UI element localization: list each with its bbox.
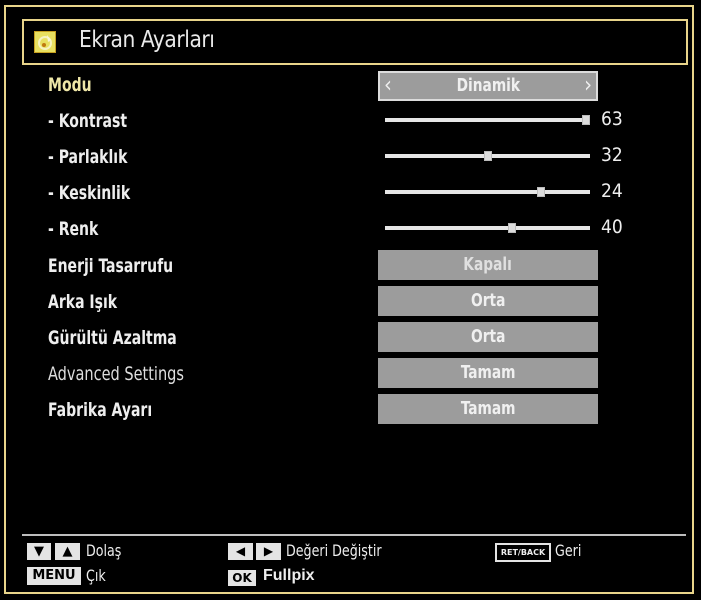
back-key-icon: RET/BACK <box>495 543 551 562</box>
energy-saving-value[interactable]: Kapalı <box>378 250 598 280</box>
advanced-settings-label: Advanced Settings <box>48 363 184 385</box>
color-label: - Renk <box>48 218 99 240</box>
left-arrow-key-icon: ◀ <box>228 543 253 560</box>
exit-hint: Çık <box>86 566 106 585</box>
factory-reset-button[interactable]: Tamam <box>378 394 598 424</box>
title-bar: Ekran Ayarları <box>22 19 688 65</box>
color-value: 40 <box>601 216 623 238</box>
energy-saving-label: Enerji Tasarrufu <box>48 255 174 277</box>
backlight-label: Arka Işık <box>48 291 118 313</box>
brightness-value: 32 <box>601 144 623 166</box>
factory-reset-text: Tamam <box>460 398 516 419</box>
chevron-left-icon[interactable]: ‹ <box>384 73 392 99</box>
chevron-right-icon[interactable]: › <box>584 73 592 99</box>
brightness-label: - Parlaklık <box>48 146 128 168</box>
right-arrow-key-icon: ▶ <box>256 543 281 560</box>
back-hint: Geri <box>555 541 582 560</box>
slider-thumb[interactable] <box>581 115 590 125</box>
footer-divider <box>22 534 686 536</box>
brightness-slider[interactable] <box>385 151 590 161</box>
factory-reset-label: Fabrika Ayarı <box>48 399 153 421</box>
slider-thumb[interactable] <box>508 223 517 233</box>
down-arrow-key-icon: ▼ <box>27 543 51 560</box>
fullpix-hint: Fullpix <box>263 567 315 584</box>
backlight-value[interactable]: Orta <box>378 286 598 316</box>
page-title: Ekran Ayarları <box>79 27 215 53</box>
slider-thumb[interactable] <box>536 187 545 197</box>
noise-reduction-text: Orta <box>470 326 506 347</box>
ok-key-icon: OK <box>228 570 256 586</box>
menu-key-icon: MENU <box>27 567 81 585</box>
noise-reduction-label: Gürültü Azaltma <box>48 327 177 349</box>
advanced-settings-button[interactable]: Tamam <box>378 358 598 388</box>
noise-reduction-value[interactable]: Orta <box>378 322 598 352</box>
contrast-label: - Kontrast <box>48 110 128 132</box>
mode-value: Dinamik <box>456 75 520 96</box>
contrast-value: 63 <box>601 108 623 130</box>
picture-settings-icon <box>34 31 56 53</box>
backlight-text: Orta <box>470 290 506 311</box>
mode-selector[interactable]: ‹ Dinamik › <box>378 71 598 101</box>
up-arrow-key-icon: ▲ <box>55 543 80 560</box>
color-slider[interactable] <box>385 223 590 233</box>
mode-label: Modu <box>48 74 92 96</box>
energy-saving-text: Kapalı <box>463 254 513 275</box>
contrast-slider[interactable] <box>385 115 590 125</box>
sharpness-label: - Keskinlik <box>48 182 131 204</box>
sharpness-value: 24 <box>601 180 623 202</box>
navigate-hint: Dolaş <box>86 541 122 560</box>
slider-thumb[interactable] <box>483 151 492 161</box>
change-value-hint: Değeri Değiştir <box>286 541 382 560</box>
sharpness-slider[interactable] <box>385 187 590 197</box>
advanced-settings-text: Tamam <box>460 362 516 383</box>
